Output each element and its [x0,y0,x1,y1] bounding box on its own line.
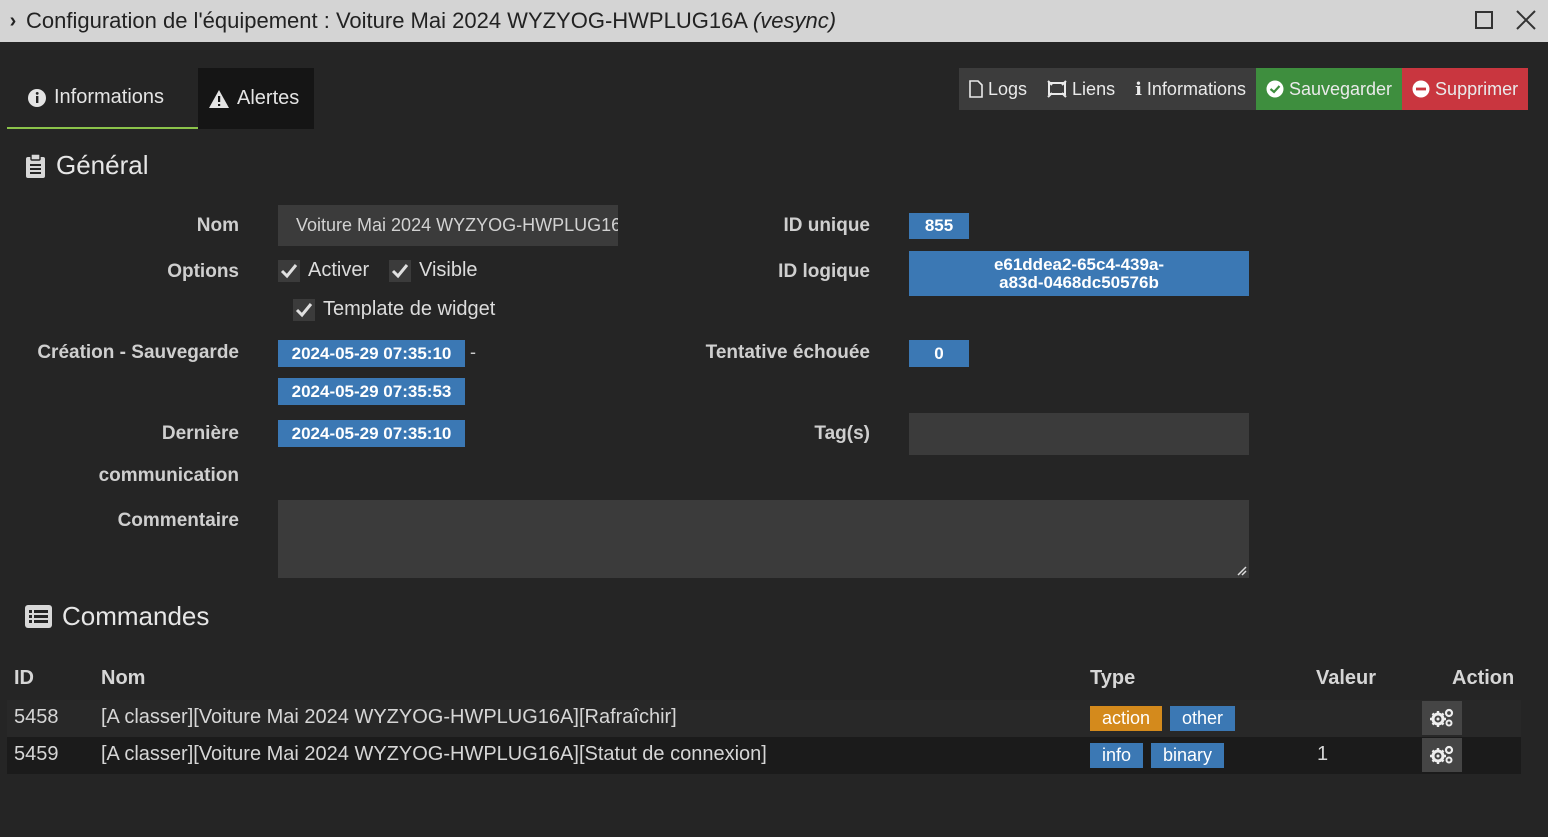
action-toolbar: Logs Liens i Informations Sauvegarder Su… [959,68,1529,110]
tab-bar: Informations Alertes [7,68,314,129]
cmd-nom: [A classer][Voiture Mai 2024 WYZYOG-HWPL… [101,706,677,728]
close-icon[interactable] [1514,6,1538,34]
liens-button[interactable]: Liens [1037,68,1126,110]
configure-cogs-icon[interactable] [1422,701,1462,735]
delete-button[interactable]: Supprimer [1402,68,1529,110]
save-button[interactable]: Sauvegarder [1255,68,1403,110]
link-icon [1047,80,1067,98]
creation-label: Création - Sauvegarde [37,342,239,363]
column-header-valeur[interactable]: Valeur [1316,667,1376,690]
collapse-chevron-icon[interactable]: › [0,10,26,33]
tab-label: Alertes [237,87,300,109]
window-titlebar: › Configuration de l'équipement : Voitur… [0,0,1548,42]
nom-value: Voiture Mai 2024 WYZYOG-HWPLUG16A [296,215,618,235]
derniere-communication-badge: 2024-05-29 07:35:10 [278,420,465,447]
window-title: Configuration de l'équipement : Voiture … [26,8,837,33]
tentative-label: Tentative échouée [705,342,870,363]
liens-label: Liens [1072,78,1116,99]
commentaire-textarea[interactable] [278,500,1249,578]
column-header-nom[interactable]: Nom [101,667,145,690]
tab-label: Informations [54,86,165,108]
id-logique-badge: e61ddea2-65c4-439a-a83d-0468dc50576b [909,251,1249,296]
visible-checkbox[interactable]: Visible [389,259,478,282]
nom-input[interactable]: Voiture Mai 2024 WYZYOG-HWPLUG16A [278,205,618,246]
cmd-nom: [A classer][Voiture Mai 2024 WYZYOG-HWPL… [101,743,767,765]
column-header-id[interactable]: ID [14,667,34,690]
activer-label: Activer [308,259,370,281]
table-row[interactable]: 5458 [A classer][Voiture Mai 2024 WYZYOG… [7,700,1521,737]
creation-date-badge: 2024-05-29 07:35:10 [278,340,465,367]
general-title-text: Général [56,150,149,180]
subtype-badge: binary [1151,743,1225,768]
warning-icon [209,89,229,108]
delete-label: Supprimer [1435,78,1519,99]
save-label: Sauvegarder [1288,78,1393,99]
commandes-title-text: Commandes [62,601,210,631]
checkmark-icon [278,259,300,282]
tags-input[interactable] [909,413,1249,455]
commentaire-label: Commentaire [117,510,239,531]
info-icon: i [1135,78,1142,100]
logs-label: Logs [988,78,1028,99]
subtype-badge: other [1170,706,1236,731]
activer-checkbox[interactable]: Activer [278,259,369,282]
resize-handle-icon[interactable] [1235,564,1247,576]
commandes-section-title: Commandes [25,601,209,632]
derniere-label: Dernière [161,423,239,444]
column-header-type[interactable]: Type [1090,667,1135,690]
visible-label: Visible [419,259,478,281]
logs-button[interactable]: Logs [959,68,1038,110]
info-circle-icon [28,88,46,107]
minus-circle-icon [1412,80,1430,98]
type-badge: action [1090,706,1163,731]
id-logique-label: ID logique [778,261,870,282]
maximize-icon[interactable] [1472,6,1496,34]
date-separator: - [470,342,476,362]
file-icon [969,80,983,98]
template-label: Template de widget [323,298,496,320]
communication-label: communication [98,465,239,486]
informations-button[interactable]: i Informations [1125,68,1256,110]
options-label: Options [167,261,239,282]
id-unique-badge: 855 [909,213,969,239]
tentative-badge: 0 [909,340,969,367]
clipboard-icon [26,152,45,178]
tab-informations[interactable]: Informations [7,68,198,129]
configure-cogs-icon[interactable] [1422,738,1462,772]
general-section-title: Général [25,150,149,181]
id-unique-label: ID unique [783,215,870,236]
cmd-valeur: 1 [1317,743,1329,765]
sauvegarde-date-badge: 2024-05-29 07:35:53 [278,378,465,405]
cmd-id: 5459 [14,743,59,765]
table-row[interactable]: 5459 [A classer][Voiture Mai 2024 WYZYOG… [7,737,1521,774]
template-widget-checkbox[interactable]: Template de widget [293,298,495,321]
informations-label: Informations [1146,78,1246,99]
nom-label: Nom [196,215,239,236]
checkmark-icon [389,259,411,282]
tab-alertes[interactable]: Alertes [198,68,314,129]
check-circle-icon [1266,80,1284,98]
column-header-action: Action [1452,667,1515,689]
tags-label: Tag(s) [814,423,870,444]
checkmark-icon [293,298,315,321]
type-badge: info [1090,743,1144,768]
cmd-id: 5458 [14,706,59,728]
list-icon [25,605,52,628]
